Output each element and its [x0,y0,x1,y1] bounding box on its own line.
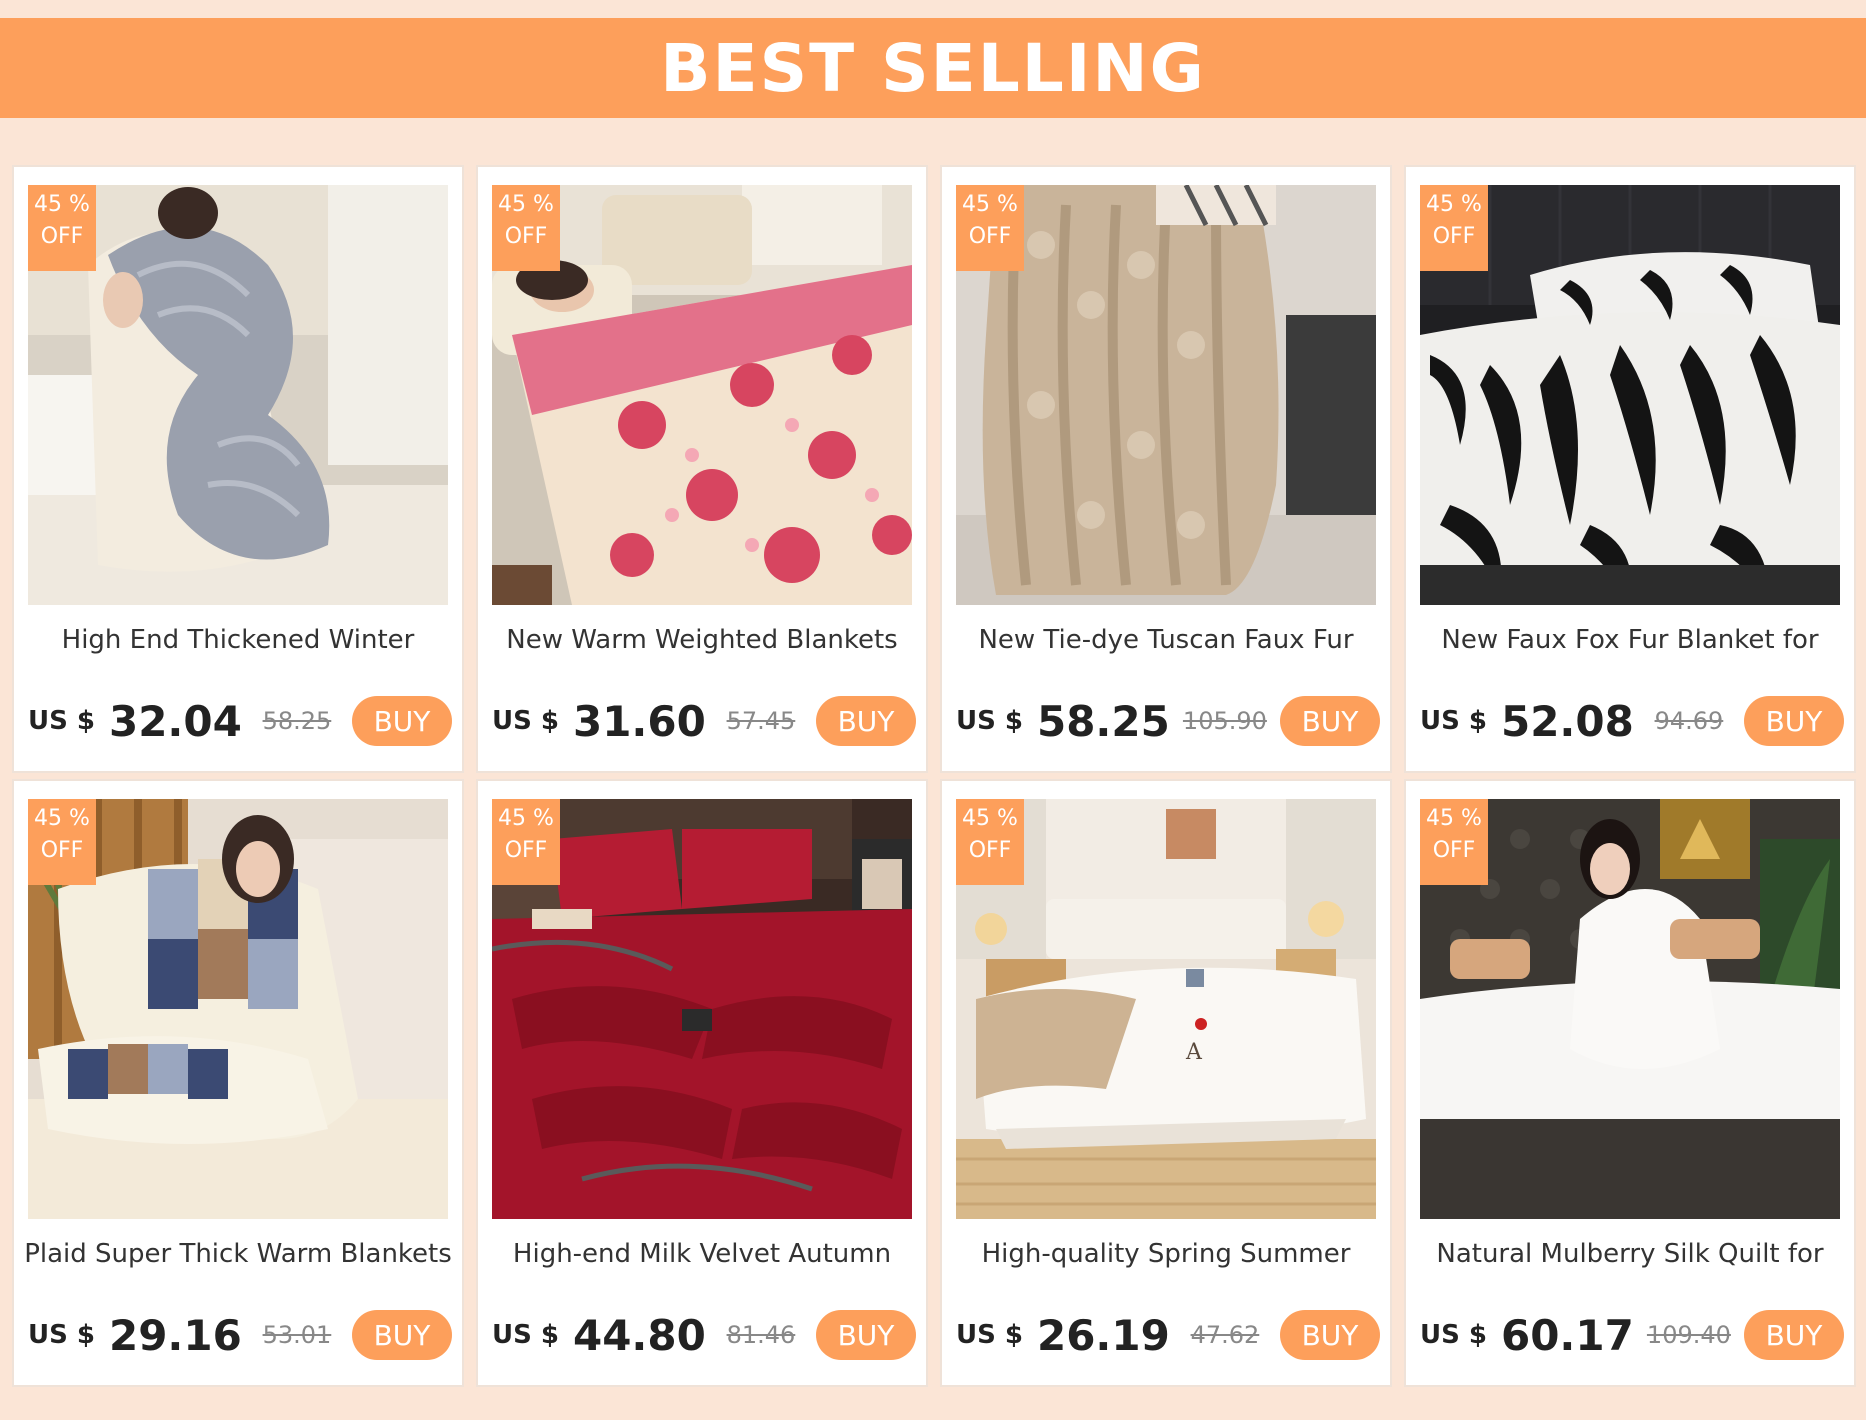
discount-percent: 45 % [1426,192,1482,217]
currency-label: US $ [956,706,1023,736]
price-row: US $ 31.60 57.45 BUY [492,695,916,747]
product-title[interactable]: High End Thickened Winter [20,625,456,655]
sale-price: 44.80 [572,1310,706,1360]
discount-badge: 45 % OFF [1420,185,1488,271]
product-title[interactable]: Plaid Super Thick Warm Blankets [20,1239,456,1269]
product-card[interactable]: 45 % OFF New Faux Fox Fur Blanket for US… [1404,165,1856,773]
discount-badge: 45 % OFF [492,185,560,271]
product-title[interactable]: High-end Milk Velvet Autumn [484,1239,920,1269]
price-row: US $ 52.08 94.69 BUY [1420,695,1844,747]
discount-percent: 45 % [34,806,90,831]
buy-button[interactable]: BUY [1743,1310,1844,1360]
original-price: 81.46 [726,1321,796,1349]
product-card[interactable]: 45 % OFF Natural Mulberry Silk Quilt for… [1404,779,1856,1387]
currency-label: US $ [1420,1320,1487,1350]
discount-off-label: OFF [40,838,84,863]
product-title[interactable]: New Faux Fox Fur Blanket for [1412,625,1848,655]
discount-off-label: OFF [968,224,1012,249]
price-row: US $ 60.17 109.40 BUY [1420,1309,1844,1361]
discount-percent: 45 % [498,192,554,217]
sale-price: 31.60 [572,696,706,746]
discount-off-label: OFF [40,224,84,249]
product-grid: 45 % OFF High End Thickened Winter US $ … [12,165,1856,1387]
buy-button[interactable]: BUY [816,696,916,746]
currency-label: US $ [28,706,95,736]
buy-button[interactable]: BUY [1744,696,1844,746]
discount-off-label: OFF [504,838,548,863]
discount-percent: 45 % [962,192,1018,217]
product-title[interactable]: High-quality Spring Summer [948,1239,1384,1269]
price-row: US $ 29.16 53.01 BUY [28,1309,452,1361]
original-price: 47.62 [1190,1321,1260,1349]
buy-button[interactable]: BUY [352,696,452,746]
product-title[interactable]: New Tie-dye Tuscan Faux Fur [948,625,1384,655]
sale-price: 29.16 [108,1310,242,1360]
buy-button[interactable]: BUY [816,1310,916,1360]
product-card[interactable]: 45 % OFF High-end Milk Velvet Autumn US … [476,779,928,1387]
sale-price: 58.25 [1036,696,1170,746]
svg-text:A: A [1185,1040,1203,1065]
discount-badge: 45 % OFF [28,799,96,885]
discount-badge: 45 % OFF [956,185,1024,271]
discount-percent: 45 % [498,806,554,831]
discount-badge: 45 % OFF [956,799,1024,885]
buy-button[interactable]: BUY [1279,696,1380,746]
original-price: 109.40 [1646,1321,1731,1349]
product-title[interactable]: New Warm Weighted Blankets [484,625,920,655]
discount-off-label: OFF [504,224,548,249]
currency-label: US $ [28,1320,95,1350]
product-card[interactable]: 45 % OFF High End Thickened Winter US $ … [12,165,464,773]
original-price: 57.45 [726,707,796,735]
sale-price: 60.17 [1500,1310,1634,1360]
sale-price: 26.19 [1036,1310,1170,1360]
product-card[interactable]: A 45 % OFF High-quality Spring Summer US… [940,779,1392,1387]
currency-label: US $ [1420,706,1487,736]
product-card[interactable]: 45 % OFF Plaid Super Thick Warm Blankets… [12,779,464,1387]
banner-title: BEST SELLING [660,29,1206,107]
currency-label: US $ [492,1320,559,1350]
discount-badge: 45 % OFF [492,799,560,885]
discount-percent: 45 % [1426,806,1482,831]
price-row: US $ 44.80 81.46 BUY [492,1309,916,1361]
discount-off-label: OFF [1432,838,1476,863]
price-row: US $ 32.04 58.25 BUY [28,695,452,747]
buy-button[interactable]: BUY [352,1310,452,1360]
price-row: US $ 58.25 105.90 BUY [956,695,1380,747]
discount-off-label: OFF [968,838,1012,863]
original-price: 58.25 [262,707,332,735]
sale-price: 52.08 [1500,696,1634,746]
sale-price: 32.04 [108,696,242,746]
product-card[interactable]: 45 % OFF New Tie-dye Tuscan Faux Fur US … [940,165,1392,773]
discount-percent: 45 % [34,192,90,217]
discount-badge: 45 % OFF [1420,799,1488,885]
original-price: 53.01 [262,1321,332,1349]
discount-percent: 45 % [962,806,1018,831]
price-row: US $ 26.19 47.62 BUY [956,1309,1380,1361]
original-price: 94.69 [1654,707,1724,735]
currency-label: US $ [492,706,559,736]
buy-button[interactable]: BUY [1280,1310,1380,1360]
currency-label: US $ [956,1320,1023,1350]
product-card[interactable]: 45 % OFF New Warm Weighted Blankets US $… [476,165,928,773]
discount-badge: 45 % OFF [28,185,96,271]
discount-off-label: OFF [1432,224,1476,249]
original-price: 105.90 [1182,707,1267,735]
product-title[interactable]: Natural Mulberry Silk Quilt for [1412,1239,1848,1269]
best-selling-banner: BEST SELLING [0,18,1866,118]
